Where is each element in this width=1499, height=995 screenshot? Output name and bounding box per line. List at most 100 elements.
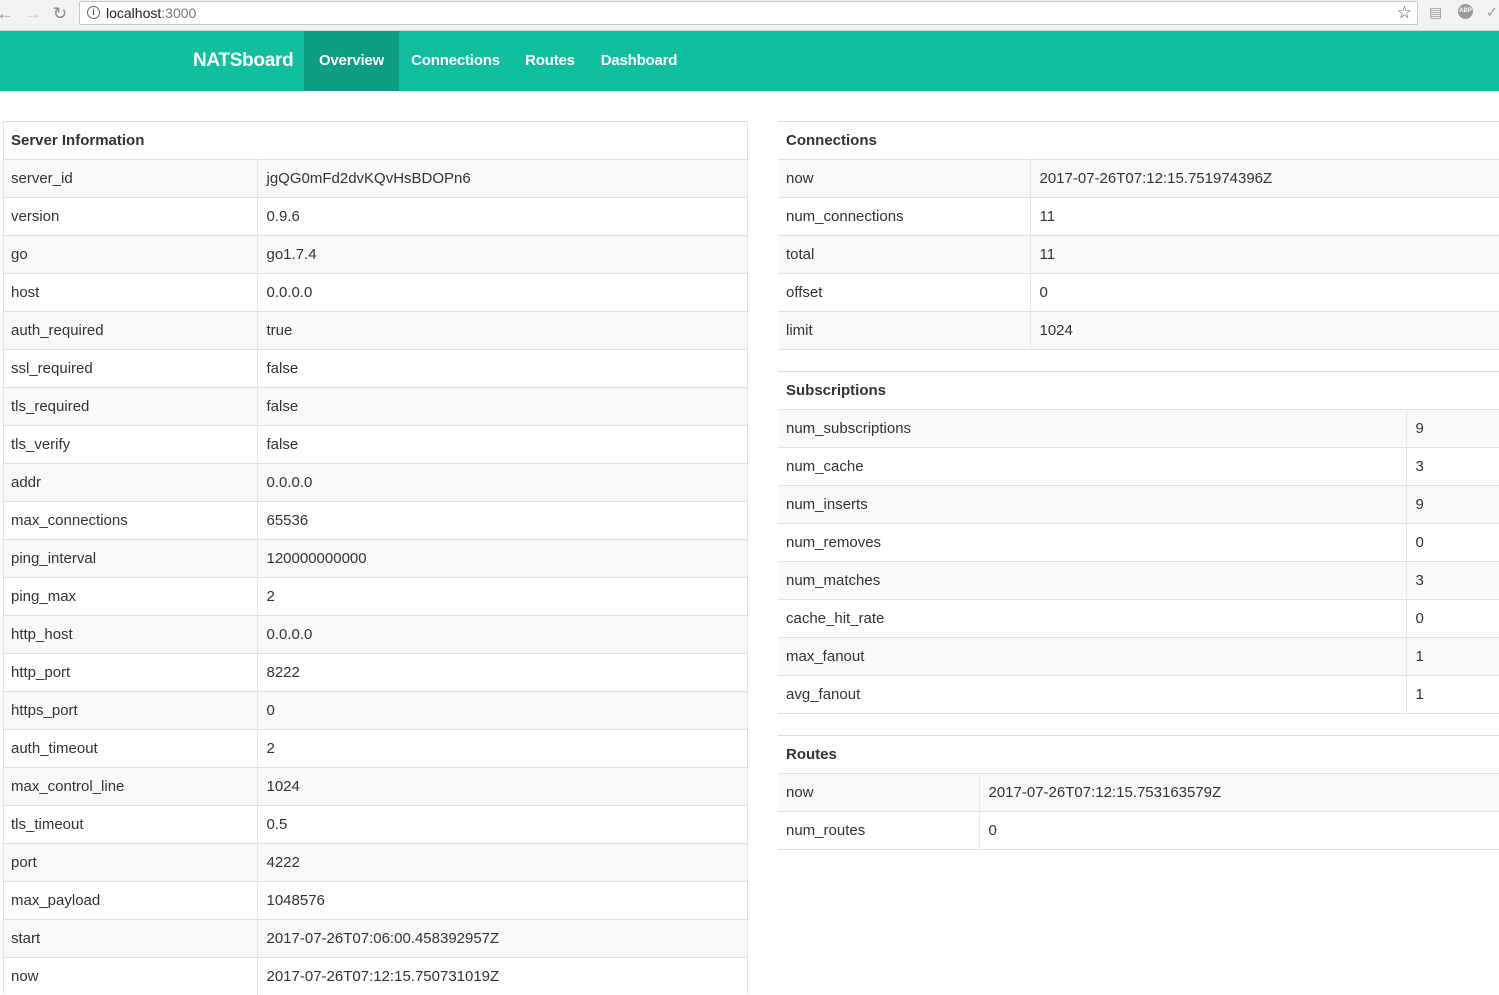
row-value: 0 — [257, 692, 747, 730]
row-key: max_payload — [3, 882, 257, 920]
subscriptions-row: cache_hit_rate0 — [778, 600, 1499, 638]
row-key: https_port — [3, 692, 257, 730]
subscriptions-row: max_fanout1 — [778, 638, 1499, 676]
row-key: num_connections — [778, 198, 1030, 236]
row-value: false — [257, 350, 747, 388]
reload-icon[interactable]: ↻ — [49, 3, 71, 25]
nav-overview[interactable]: Overview — [304, 31, 399, 91]
row-key: auth_required — [3, 312, 257, 350]
row-value: 0 — [1406, 600, 1499, 638]
server-info-row: host0.0.0.0 — [3, 274, 747, 312]
top-navbar: NATSboard Overview Connections Routes Da… — [0, 31, 1499, 91]
row-value: 11 — [1030, 236, 1499, 274]
extension-icon[interactable]: ✓ — [1486, 4, 1498, 21]
row-key: port — [3, 844, 257, 882]
row-key: tls_verify — [3, 426, 257, 464]
server-info-row: ping_interval120000000000 — [3, 540, 747, 578]
row-key: avg_fanout — [778, 676, 1406, 714]
connections-row: num_connections11 — [778, 198, 1499, 236]
row-key: num_inserts — [778, 486, 1406, 524]
url-host: localhost — [106, 5, 161, 21]
row-value: 4222 — [257, 844, 747, 882]
row-key: tls_timeout — [3, 806, 257, 844]
row-key: addr — [3, 464, 257, 502]
row-value: 2017-07-26T07:12:15.751974396Z — [1030, 160, 1499, 198]
nav-dashboard[interactable]: Dashboard — [588, 31, 690, 91]
row-key: offset — [778, 274, 1030, 312]
row-key: ping_interval — [3, 540, 257, 578]
server-info-row: max_connections65536 — [3, 502, 747, 540]
row-key: server_id — [3, 160, 257, 198]
subscriptions-body: num_subscriptions9num_cache3num_inserts9… — [778, 410, 1499, 714]
row-value: 3 — [1406, 562, 1499, 600]
connections-body: now2017-07-26T07:12:15.751974396Znum_con… — [778, 160, 1499, 350]
server-info-row: max_control_line1024 — [3, 768, 747, 806]
server-info-row: server_idjgQG0mFd2dvKQvHsBDOPn6 — [3, 160, 747, 198]
row-key: version — [3, 198, 257, 236]
row-key: ping_max — [3, 578, 257, 616]
subscriptions-row: num_cache3 — [778, 448, 1499, 486]
subscriptions-row: avg_fanout1 — [778, 676, 1499, 714]
server-info-row: port4222 — [3, 844, 747, 882]
row-key: num_matches — [778, 562, 1406, 600]
routes-row: num_routes0 — [778, 812, 1499, 850]
row-value: 65536 — [257, 502, 747, 540]
row-key: http_port — [3, 654, 257, 692]
server-info-row: http_host0.0.0.0 — [3, 616, 747, 654]
server-info-title: Server Information — [3, 122, 747, 160]
row-value: 0 — [1406, 524, 1499, 562]
info-icon[interactable]: i — [87, 6, 100, 19]
row-value: 0 — [979, 812, 1499, 850]
row-value: 0.0.0.0 — [257, 616, 747, 654]
row-value: 2 — [257, 730, 747, 768]
connections-row: limit1024 — [778, 312, 1499, 350]
reader-extension-icon[interactable]: ▤ — [1429, 4, 1442, 21]
browser-toolbar: ← → ↻ i localhost:3000 ☆ ▤ ABP ✓ — [0, 0, 1499, 31]
back-arrow-icon[interactable]: ← — [0, 3, 16, 25]
row-key: host — [3, 274, 257, 312]
connections-table: Connections now2017-07-26T07:12:15.75197… — [778, 121, 1499, 350]
subscriptions-row: num_subscriptions9 — [778, 410, 1499, 448]
row-key: http_host — [3, 616, 257, 654]
row-key: max_connections — [3, 502, 257, 540]
server-info-row: ping_max2 — [3, 578, 747, 616]
adblock-extension-icon[interactable]: ABP — [1458, 4, 1473, 19]
row-value: false — [257, 388, 747, 426]
server-info-row: now2017-07-26T07:12:15.750731019Z — [3, 958, 747, 995]
server-info-row: tls_requiredfalse — [3, 388, 747, 426]
row-key: now — [778, 160, 1030, 198]
row-key: limit — [778, 312, 1030, 350]
server-info-row: version0.9.6 — [3, 198, 747, 236]
brand-logo[interactable]: NATSboard — [193, 31, 293, 91]
row-value: 120000000000 — [257, 540, 747, 578]
row-value: 0.0.0.0 — [257, 464, 747, 502]
row-key: max_fanout — [778, 638, 1406, 676]
connections-row: now2017-07-26T07:12:15.751974396Z — [778, 160, 1499, 198]
row-key: total — [778, 236, 1030, 274]
row-value: go1.7.4 — [257, 236, 747, 274]
row-value: 0.9.6 — [257, 198, 747, 236]
connections-title: Connections — [778, 122, 1499, 160]
row-key: num_routes — [778, 812, 979, 850]
server-info-row: https_port0 — [3, 692, 747, 730]
connections-row: offset0 — [778, 274, 1499, 312]
routes-body: now2017-07-26T07:12:15.753163579Znum_rou… — [778, 774, 1499, 850]
url-text[interactable]: localhost:3000 — [106, 5, 196, 21]
nav-connections[interactable]: Connections — [399, 31, 512, 91]
server-info-row: gogo1.7.4 — [3, 236, 747, 274]
routes-title: Routes — [778, 736, 1499, 774]
server-info-row: auth_requiredtrue — [3, 312, 747, 350]
server-info-row: tls_verifyfalse — [3, 426, 747, 464]
row-value: 2017-07-26T07:12:15.753163579Z — [979, 774, 1499, 812]
forward-arrow-icon[interactable]: → — [22, 3, 44, 25]
row-value: 0.0.0.0 — [257, 274, 747, 312]
row-value: 1048576 — [257, 882, 747, 920]
nav-routes[interactable]: Routes — [512, 31, 588, 91]
address-bar[interactable]: i localhost:3000 ☆ — [79, 1, 1418, 25]
row-key: auth_timeout — [3, 730, 257, 768]
row-key: cache_hit_rate — [778, 600, 1406, 638]
bookmark-star-icon[interactable]: ☆ — [1397, 3, 1412, 23]
row-value: true — [257, 312, 747, 350]
server-info-table: Server Information server_idjgQG0mFd2dvK… — [3, 121, 747, 995]
connections-row: total11 — [778, 236, 1499, 274]
